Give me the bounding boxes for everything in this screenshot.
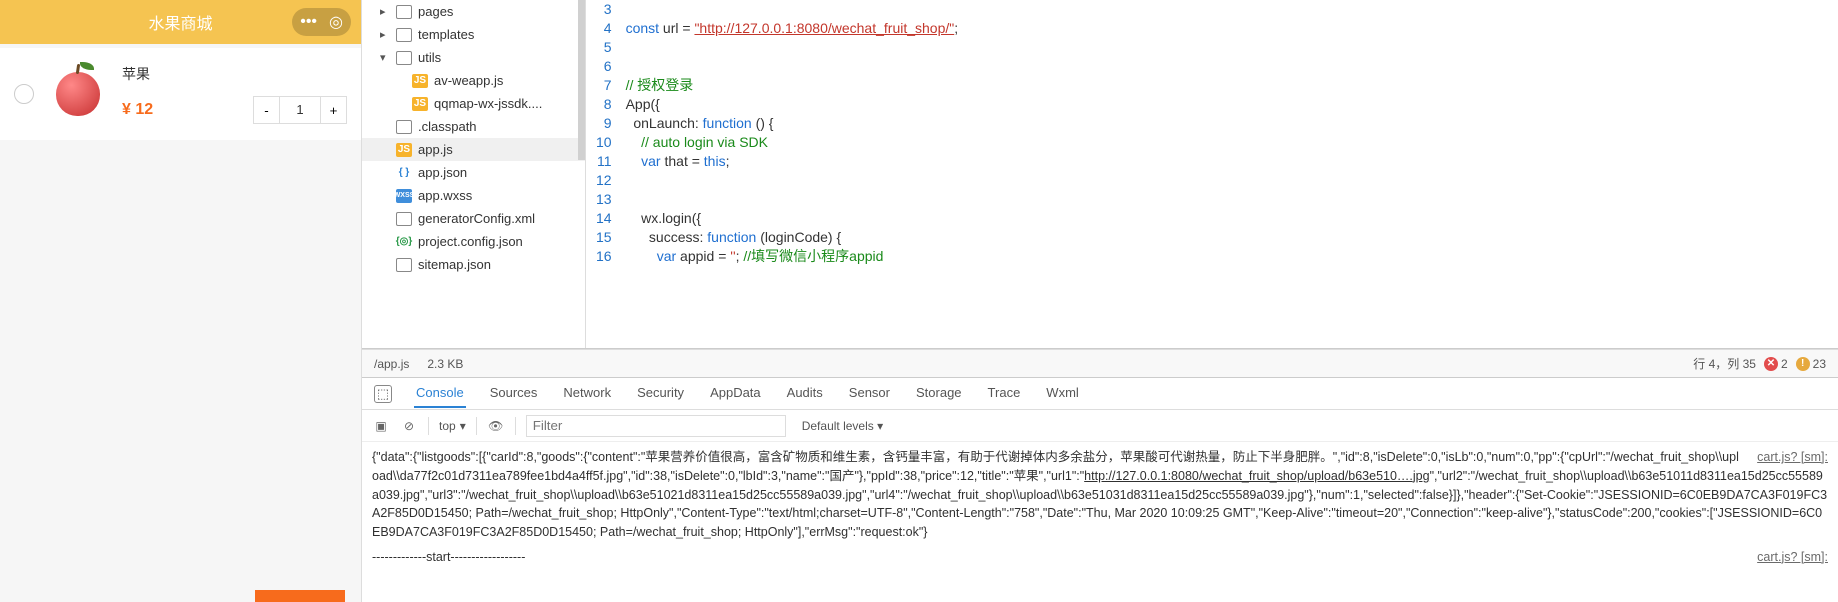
devtools-panel: ⬚ Console Sources Network Security AppData Au… bbox=[362, 377, 1838, 602]
page-title: 水果商城 bbox=[148, 10, 212, 34]
tree-item--classpath[interactable]: .classpath bbox=[362, 115, 585, 138]
tab-network[interactable]: Network bbox=[561, 379, 613, 408]
status-filepath: /app.js bbox=[374, 357, 409, 371]
tab-sensor[interactable]: Sensor bbox=[847, 379, 892, 408]
product-price: ¥ 12 bbox=[122, 101, 153, 119]
sidebar-toggle-icon[interactable]: ▣ bbox=[372, 417, 390, 435]
code-lines[interactable]: const url = "http://127.0.0.1:8080/wecha… bbox=[626, 0, 1838, 348]
source-link[interactable]: cart.js? [sm]: bbox=[1757, 448, 1828, 467]
tab-wxml[interactable]: Wxml bbox=[1044, 379, 1081, 408]
line-gutter: 345678910111213141516 bbox=[586, 0, 626, 348]
tree-item-sitemap-json[interactable]: sitemap.json bbox=[362, 253, 585, 276]
tab-trace[interactable]: Trace bbox=[986, 379, 1023, 408]
tree-item-templates[interactable]: ▸templates bbox=[362, 23, 585, 46]
tab-security[interactable]: Security bbox=[635, 379, 686, 408]
log-level-selector[interactable]: Default levels ▾ bbox=[802, 419, 883, 433]
console-log-row[interactable]: cart.js? [sm]: -------------start-------… bbox=[372, 548, 1828, 567]
tab-sources[interactable]: Sources bbox=[488, 379, 540, 408]
product-image bbox=[46, 62, 110, 126]
tree-item-generatorconfig-xml[interactable]: generatorConfig.xml bbox=[362, 207, 585, 230]
warning-badge[interactable]: !23 bbox=[1796, 357, 1826, 371]
quantity-stepper: - 1 + bbox=[253, 96, 347, 124]
menu-icon[interactable]: ••• bbox=[300, 13, 317, 31]
tree-scrollbar[interactable] bbox=[578, 0, 585, 160]
tab-audits[interactable]: Audits bbox=[785, 379, 825, 408]
devtools-tabs: ⬚ Console Sources Network Security AppData Au… bbox=[362, 378, 1838, 410]
live-expression-icon[interactable]: 👁 bbox=[487, 417, 505, 435]
tree-item-project-config-json[interactable]: {◎}project.config.json bbox=[362, 230, 585, 253]
tree-item-qqmap-wx-jssdk-[interactable]: JSqqmap-wx-jssdk.... bbox=[362, 92, 585, 115]
source-link[interactable]: cart.js? [sm]: bbox=[1757, 548, 1828, 567]
qty-plus-button[interactable]: + bbox=[320, 97, 346, 123]
console-output[interactable]: cart.js? [sm]: {"data":{"listgoods":[{"c… bbox=[362, 442, 1838, 602]
console-text: -------------start------------------ bbox=[372, 550, 525, 564]
console-toolbar: ▣ ⊘ top ▾ 👁 Default levels ▾ bbox=[362, 410, 1838, 442]
cursor-position: 行 4，列 35 bbox=[1693, 355, 1756, 372]
editor-statusbar: /app.js 2.3 KB 行 4，列 35 ✕2 !23 bbox=[362, 349, 1838, 377]
qty-value: 1 bbox=[280, 97, 320, 123]
simulator-panel: 水果商城 ••• ◎ 苹果 ¥ 12 - 1 + bbox=[0, 0, 362, 602]
tab-console[interactable]: Console bbox=[414, 379, 466, 408]
simulator-navbar: 水果商城 ••• ◎ bbox=[0, 0, 361, 44]
file-tree[interactable]: ▸pages▸templates▾utilsJSav-weapp.jsJSqqm… bbox=[362, 0, 586, 348]
checkout-button[interactable] bbox=[255, 590, 345, 602]
tree-item-pages[interactable]: ▸pages bbox=[362, 0, 585, 23]
tree-item-app-js[interactable]: JSapp.js bbox=[362, 138, 585, 161]
code-editor[interactable]: 345678910111213141516 const url = "http:… bbox=[586, 0, 1838, 348]
console-log-row[interactable]: cart.js? [sm]: {"data":{"listgoods":[{"c… bbox=[372, 448, 1828, 542]
error-badge[interactable]: ✕2 bbox=[1764, 357, 1788, 371]
clear-console-icon[interactable]: ⊘ bbox=[400, 417, 418, 435]
tab-storage[interactable]: Storage bbox=[914, 379, 964, 408]
status-filesize: 2.3 KB bbox=[427, 357, 463, 371]
qty-minus-button[interactable]: - bbox=[254, 97, 280, 123]
select-checkbox[interactable] bbox=[14, 84, 34, 104]
tree-item-av-weapp-js[interactable]: JSav-weapp.js bbox=[362, 69, 585, 92]
cart-item[interactable]: 苹果 ¥ 12 - 1 + bbox=[0, 48, 361, 140]
tree-item-utils[interactable]: ▾utils bbox=[362, 46, 585, 69]
tab-appdata[interactable]: AppData bbox=[708, 379, 763, 408]
close-target-icon[interactable]: ◎ bbox=[329, 12, 343, 32]
element-picker-icon[interactable]: ⬚ bbox=[374, 385, 392, 403]
capsule-button[interactable]: ••• ◎ bbox=[292, 8, 351, 36]
tree-item-app-wxss[interactable]: WXSSapp.wxss bbox=[362, 184, 585, 207]
context-selector[interactable]: top ▾ bbox=[439, 419, 466, 433]
ide-main: ▸pages▸templates▾utilsJSav-weapp.jsJSqqm… bbox=[362, 0, 1838, 602]
product-name: 苹果 bbox=[122, 64, 347, 84]
tree-item-app-json[interactable]: { }app.json bbox=[362, 161, 585, 184]
console-filter-input[interactable] bbox=[526, 415, 786, 437]
